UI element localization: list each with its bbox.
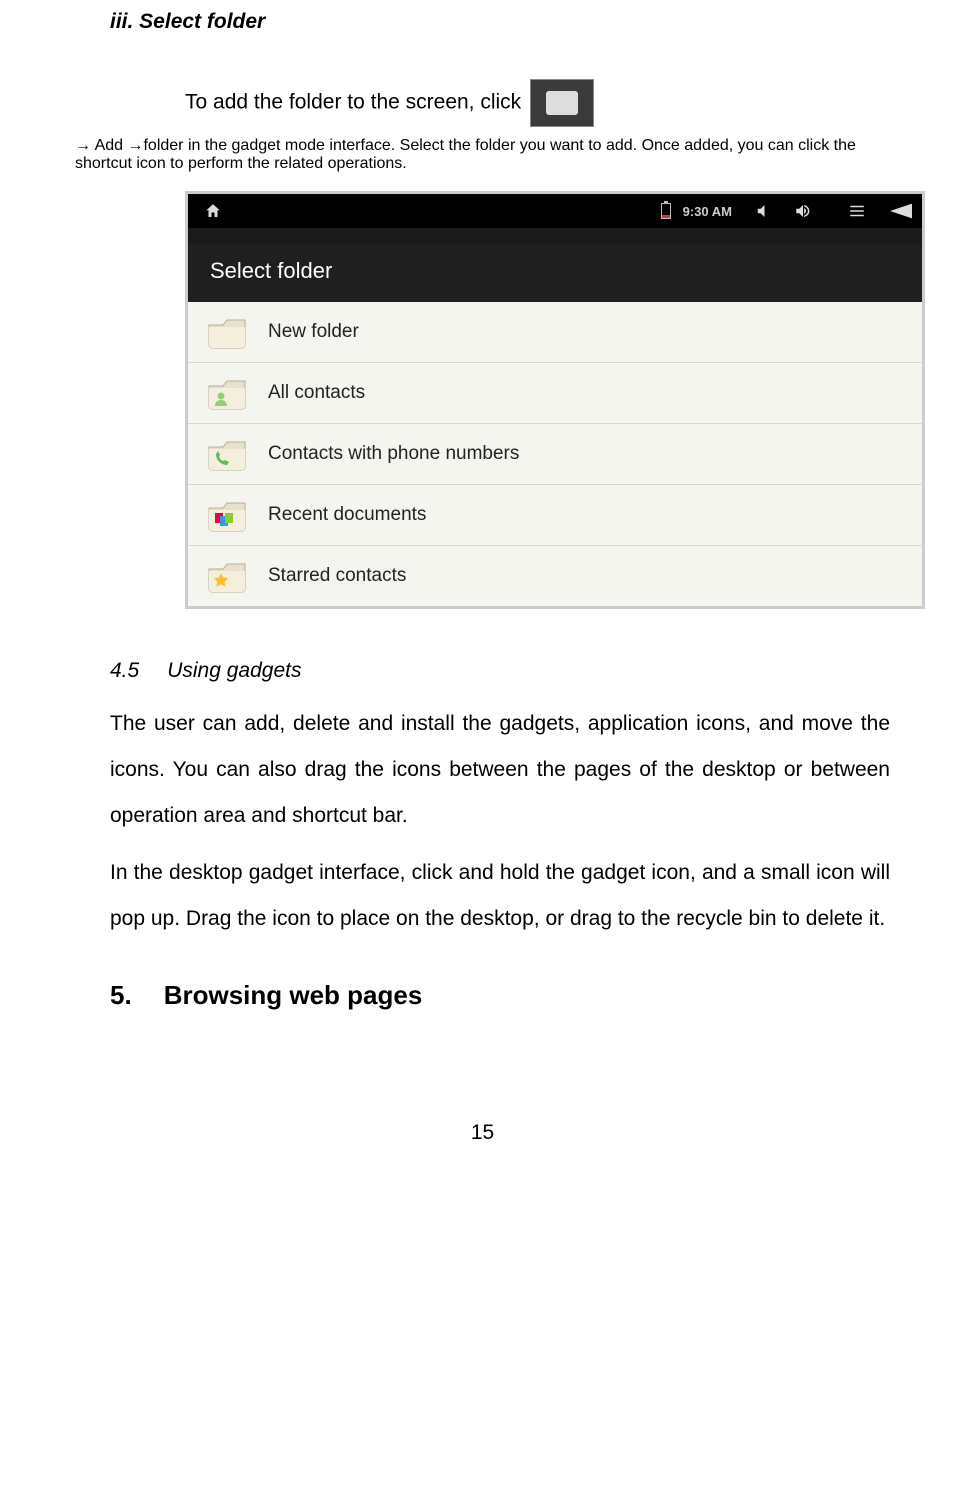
folder-docs-icon — [206, 497, 248, 533]
list-item[interactable]: All contacts — [188, 363, 922, 424]
page-number: 15 — [75, 1121, 890, 1145]
status-bar: 9:30 AM — [188, 194, 922, 228]
battery-icon — [655, 200, 677, 222]
list-item[interactable]: Recent documents — [188, 485, 922, 546]
list-item-label: Recent documents — [268, 504, 426, 526]
folder-list: New folder All contacts Contacts with ph… — [188, 302, 922, 606]
list-item-label: Contacts with phone numbers — [268, 443, 519, 465]
list-item[interactable]: Starred contacts — [188, 546, 922, 606]
heading-text: Using gadgets — [167, 659, 301, 682]
menu-icon[interactable] — [846, 200, 868, 222]
list-item[interactable]: Contacts with phone numbers — [188, 424, 922, 485]
text-segment: To add the folder to the screen, click — [185, 91, 527, 114]
list-item-label: Starred contacts — [268, 565, 406, 587]
dialog-title: Select folder — [188, 244, 922, 302]
volume-down-icon[interactable] — [752, 200, 774, 222]
paragraph-add-folder: To add the folder to the screen, click — [185, 79, 890, 127]
volume-up-icon[interactable] — [792, 200, 814, 222]
heading-4-5-using-gadgets: 4.5 Using gadgets — [110, 659, 890, 683]
list-item[interactable]: New folder — [188, 302, 922, 363]
heading-5-browsing-web-pages: 5. Browsing web pages — [110, 980, 890, 1011]
text-segment: → Add →folder in the gadget mode interfa… — [75, 137, 856, 172]
list-icon — [546, 91, 578, 115]
heading-text: Browsing web pages — [164, 980, 423, 1010]
home-icon[interactable] — [202, 200, 224, 222]
volume-controls — [748, 200, 814, 222]
paragraph-using-gadgets-2: In the desktop gadget interface, click a… — [110, 850, 890, 942]
back-icon[interactable] — [890, 200, 912, 222]
gadget-list-icon — [530, 79, 594, 127]
folder-star-icon — [206, 558, 248, 594]
list-item-label: All contacts — [268, 382, 365, 404]
heading-number: 5. — [110, 980, 132, 1010]
heading-number: 4.5 — [110, 659, 139, 682]
page: iii. Select folder To add the folder to … — [0, 0, 960, 1185]
clock-text: 9:30 AM — [683, 204, 732, 219]
heading-iii-select-folder: iii. Select folder — [110, 10, 890, 34]
paragraph-using-gadgets-1: The user can add, delete and install the… — [110, 701, 890, 840]
list-item-label: New folder — [268, 321, 359, 343]
folder-icon — [206, 314, 248, 350]
folder-phone-icon — [206, 436, 248, 472]
select-folder-screenshot: 9:30 AM Select folder — [185, 191, 925, 609]
folder-contact-icon — [206, 375, 248, 411]
